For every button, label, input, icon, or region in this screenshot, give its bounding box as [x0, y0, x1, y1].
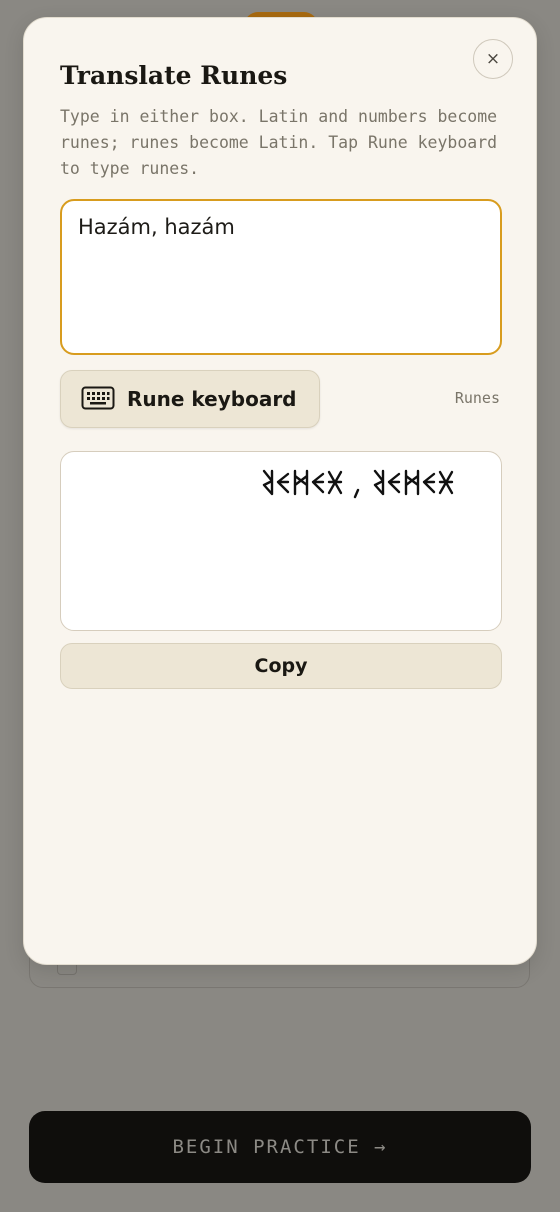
rune-output[interactable]	[60, 451, 502, 631]
close-button[interactable]: ×	[473, 39, 513, 79]
begin-practice-button[interactable]: BEGIN PRACTICE →	[29, 1111, 531, 1183]
copy-button[interactable]: Copy	[60, 643, 502, 689]
rune-keyboard-label: Rune keyboard	[127, 387, 297, 411]
runes-label: Runes	[454, 389, 500, 407]
latin-input[interactable]: Hazám, hazám	[60, 199, 502, 355]
modal-title: Translate Runes	[60, 61, 288, 90]
close-icon: ×	[485, 48, 501, 69]
modal-description: Type in either box. Latin and numbers be…	[60, 107, 498, 178]
keyboard-icon	[81, 386, 115, 413]
rune-keyboard-button[interactable]: Rune keyboard	[60, 370, 320, 428]
translate-runes-modal: × Translate Runes Type in either box. La…	[23, 17, 537, 965]
rune-text	[262, 469, 454, 499]
